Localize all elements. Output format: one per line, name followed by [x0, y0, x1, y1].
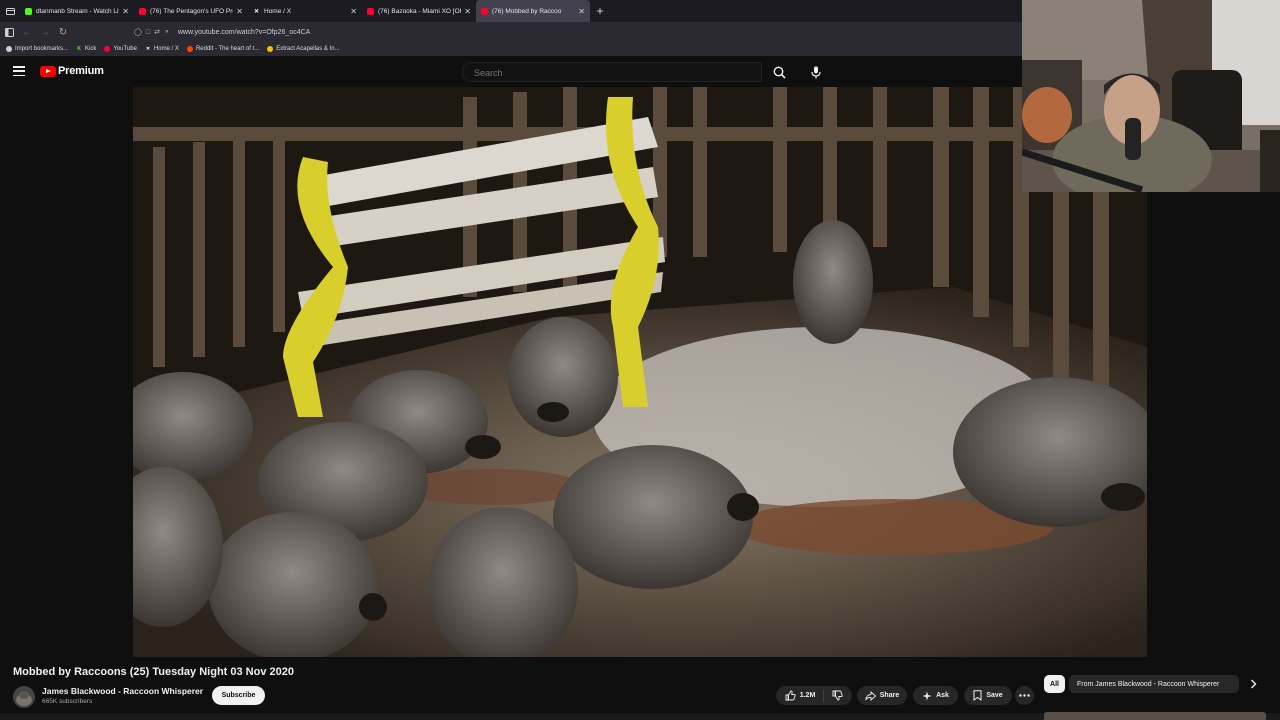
youtube-icon: [104, 46, 111, 52]
url-bar[interactable]: www.youtube.com/watch?v=Ofp26_oc4CA: [178, 29, 311, 36]
close-tab-icon[interactable]: ✕: [464, 7, 471, 16]
lock-icon[interactable]: □: [146, 29, 150, 36]
bookmark-item[interactable]: Extract Acapellas & In...: [267, 46, 340, 52]
bookmark-item[interactable]: Reddit - The heart of t...: [186, 46, 260, 52]
recommended-video-thumbnail[interactable]: [1044, 712, 1266, 720]
subscribe-button[interactable]: Subscribe: [212, 686, 265, 705]
search-box: [462, 62, 762, 82]
shield-icon[interactable]: ◯: [134, 28, 142, 36]
browser-tab[interactable]: dtanmanb Stream - Watch Live ✕: [20, 0, 134, 22]
hamburger-menu-icon[interactable]: [13, 66, 25, 77]
microphone-icon: [811, 66, 821, 78]
forward-icon[interactable]: →: [36, 22, 54, 42]
youtube-play-icon: [40, 65, 56, 77]
browser-tab[interactable]: (76) Bazooka - Miami XO [Offic ✕: [362, 0, 476, 22]
kick-icon: K: [77, 46, 81, 52]
video-player[interactable]: [133, 87, 1147, 657]
permissions-icon[interactable]: ⇄: [154, 28, 160, 36]
chips-next-button[interactable]: [1244, 675, 1262, 693]
bookmark-label: Home / X: [153, 46, 179, 52]
channel-avatar[interactable]: [13, 686, 35, 708]
sparkle-icon: [922, 691, 932, 700]
x-icon: ✕: [253, 8, 260, 15]
browser-tab-title: Home / X: [264, 7, 292, 15]
browser-tab-title: (76) The Pentagon's UFO Progr: [150, 7, 234, 15]
dislike-button[interactable]: [824, 690, 843, 701]
x-icon: ✕: [145, 46, 151, 52]
youtube-icon: [481, 7, 488, 15]
like-dislike-group: 1.2M: [776, 686, 852, 705]
video-title: Mobbed by Raccoons (25) Tuesday Night 03…: [13, 666, 294, 678]
chevron-right-icon: [1250, 679, 1256, 689]
reddit-icon: [186, 46, 193, 52]
ask-button[interactable]: Ask: [913, 686, 958, 705]
subscriber-count: 665K subscribers: [42, 698, 93, 705]
logo-text: Premium: [58, 65, 104, 77]
voice-search-button[interactable]: [805, 61, 827, 83]
search-button[interactable]: [762, 62, 796, 82]
like-button[interactable]: 1.2M: [785, 689, 825, 702]
share-label: Share: [879, 692, 900, 699]
bookmark-label: YouTube: [113, 46, 137, 52]
site-info-icon[interactable]: ⚬: [164, 28, 170, 36]
close-tab-icon[interactable]: ✕: [236, 7, 243, 16]
bookmark-label: Reddit - The heart of t...: [195, 46, 260, 52]
thumbs-down-icon: [832, 690, 843, 701]
close-tab-icon[interactable]: ✕: [122, 7, 129, 16]
save-button[interactable]: Save: [964, 686, 1012, 705]
chip-all[interactable]: All: [1044, 675, 1065, 693]
search-icon: [773, 66, 786, 79]
more-actions-button[interactable]: [1015, 686, 1034, 705]
bookmark-item[interactable]: Import bookmarks...: [6, 46, 68, 52]
browser-tab[interactable]: (76) The Pentagon's UFO Progr ✕: [134, 0, 248, 22]
streamer-webcam: [1022, 0, 1280, 192]
browser-tab-title: (76) Mobbed by Raccoo: [492, 7, 562, 15]
chip-from-channel[interactable]: From James Blackwood - Raccoon Whisperer: [1069, 675, 1239, 693]
save-label: Save: [986, 692, 1003, 699]
sidebar-toggle-icon[interactable]: [0, 22, 18, 42]
browser-tab-title: dtanmanb Stream - Watch Live: [36, 7, 120, 15]
new-tab-button[interactable]: +: [590, 4, 610, 18]
youtube-icon: [139, 7, 146, 15]
browser-tab[interactable]: (76) Mobbed by Raccoo ✕: [476, 0, 590, 22]
more-horizontal-icon: [1019, 694, 1030, 697]
search-input[interactable]: [463, 64, 761, 82]
video-frame-raccoons: [133, 87, 1147, 657]
share-button[interactable]: Share: [857, 686, 907, 705]
bookmark-item[interactable]: K Kick: [76, 46, 96, 52]
kick-icon: [25, 7, 32, 15]
channel-name[interactable]: James Blackwood - Raccoon Whisperer: [42, 686, 203, 696]
close-tab-icon[interactable]: ✕: [578, 7, 585, 16]
tab-list-icon[interactable]: [0, 0, 20, 22]
bookmark-label: Extract Acapellas & In...: [276, 46, 340, 52]
browser-tab[interactable]: ✕ Home / X ✕: [248, 0, 362, 22]
like-count: 1.2M: [799, 692, 816, 699]
bookmark-icon: [973, 690, 982, 701]
youtube-premium-logo[interactable]: Premium: [40, 65, 104, 77]
bookmark-item[interactable]: YouTube: [104, 46, 137, 52]
close-tab-icon[interactable]: ✕: [350, 7, 357, 16]
thumbs-up-icon: [785, 690, 796, 701]
share-icon: [865, 690, 876, 701]
ask-label: Ask: [936, 692, 949, 699]
import-icon: [6, 46, 12, 52]
webcam-feed: [1022, 0, 1280, 192]
smiley-icon: [267, 46, 274, 52]
browser-tab-title: (76) Bazooka - Miami XO [Offic: [378, 7, 462, 15]
youtube-icon: [367, 7, 374, 15]
reload-icon[interactable]: ↻: [54, 22, 72, 42]
back-icon[interactable]: ←: [18, 22, 36, 42]
bookmark-label: Import bookmarks...: [15, 46, 69, 52]
bookmark-label: Kick: [85, 46, 97, 52]
bookmark-item[interactable]: ✕ Home / X: [145, 46, 179, 52]
